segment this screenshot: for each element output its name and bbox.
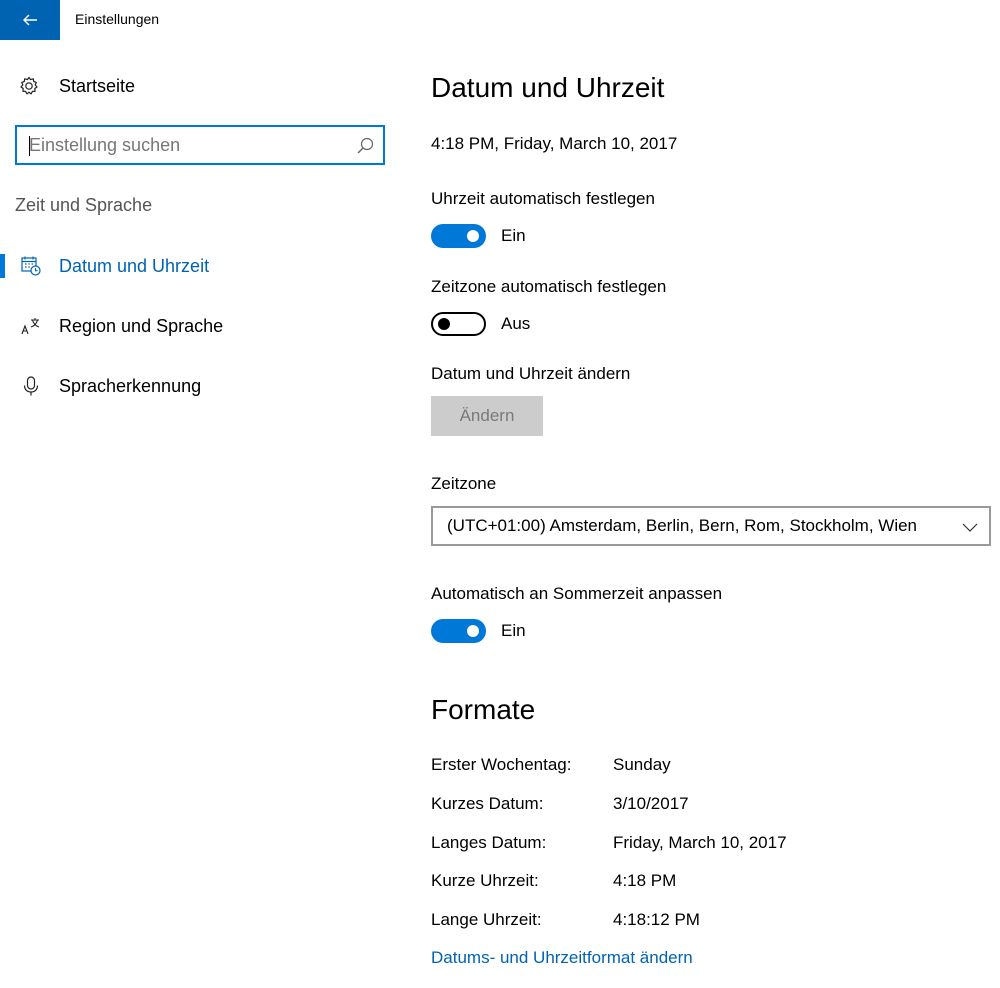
auto-time-toggle-row: Ein — [431, 223, 526, 249]
dst-state: Ein — [501, 621, 526, 640]
format-value: Sunday — [613, 755, 671, 774]
change-datetime-button[interactable]: Ändern — [431, 396, 543, 436]
toggle-knob — [467, 625, 479, 637]
format-value: Friday, March 10, 2017 — [613, 833, 787, 852]
nav-home[interactable]: Startseite — [18, 74, 135, 98]
auto-time-toggle[interactable] — [431, 224, 486, 248]
search-box[interactable] — [15, 125, 385, 165]
search-input[interactable] — [17, 127, 337, 163]
window-title: Einstellungen — [75, 11, 160, 27]
current-datetime: 4:18 PM, Friday, March 10, 2017 — [431, 134, 678, 153]
active-indicator — [0, 254, 5, 278]
auto-timezone-label: Zeitzone automatisch festlegen — [431, 277, 667, 296]
format-key: Kurzes Datum: — [431, 794, 544, 813]
page-title: Datum und Uhrzeit — [431, 72, 665, 103]
dst-toggle[interactable] — [431, 619, 486, 643]
format-row-long-time: Lange Uhrzeit: 4:18:12 PM — [431, 910, 931, 934]
auto-timezone-toggle-row: Aus — [431, 311, 530, 337]
format-row-first-weekday: Erster Wochentag: Sunday — [431, 755, 931, 779]
format-key: Lange Uhrzeit: — [431, 910, 542, 929]
sidebar-item-label: Datum und Uhrzeit — [59, 255, 210, 276]
microphone-icon — [23, 376, 39, 396]
format-row-long-date: Langes Datum: Friday, March 10, 2017 — [431, 833, 931, 857]
auto-time-label: Uhrzeit automatisch festlegen — [431, 189, 655, 208]
change-datetime-label: Datum und Uhrzeit ändern — [431, 364, 631, 383]
sidebar-group-label: Zeit und Sprache — [15, 195, 153, 215]
gear-icon — [20, 76, 38, 95]
change-format-link[interactable]: Datums- und Uhrzeitformat ändern — [431, 948, 693, 968]
text-caret — [29, 136, 30, 156]
back-button[interactable] — [0, 0, 60, 40]
sidebar-item-label: Region und Sprache — [59, 315, 224, 336]
auto-timezone-toggle[interactable] — [431, 312, 486, 336]
sidebar-item-spracherkennung[interactable]: Spracherkennung — [0, 366, 400, 406]
toggle-knob — [467, 230, 479, 242]
format-key: Langes Datum: — [431, 833, 547, 852]
back-arrow-icon — [23, 14, 37, 26]
timezone-value: (UTC+01:00) Amsterdam, Berlin, Bern, Rom… — [447, 516, 918, 535]
title-bar: Einstellungen — [0, 0, 1000, 40]
format-value: 3/10/2017 — [613, 794, 689, 813]
sidebar-item-region-und-sprache[interactable]: Region und Sprache — [0, 306, 400, 346]
timezone-label: Zeitzone — [431, 474, 497, 493]
nav-home-label: Startseite — [59, 75, 136, 96]
search-icon[interactable] — [355, 136, 375, 156]
dst-toggle-row: Ein — [431, 618, 526, 644]
sidebar-item-datum-und-uhrzeit[interactable]: Datum und Uhrzeit — [0, 246, 400, 286]
format-value: 4:18:12 PM — [613, 910, 700, 929]
dst-label: Automatisch an Sommerzeit anpassen — [431, 584, 723, 603]
formats-title: Formate — [431, 694, 536, 725]
auto-timezone-state: Aus — [501, 314, 531, 333]
timezone-select[interactable]: (UTC+01:00) Amsterdam, Berlin, Bern, Rom… — [431, 506, 991, 546]
format-row-short-time: Kurze Uhrzeit: 4:18 PM — [431, 871, 931, 895]
chevron-down-icon — [962, 523, 978, 532]
auto-time-state: Ein — [501, 226, 526, 245]
format-value: 4:18 PM — [613, 871, 677, 890]
format-key: Kurze Uhrzeit: — [431, 871, 539, 890]
sidebar-item-label: Spracherkennung — [59, 375, 202, 396]
toggle-knob — [438, 318, 450, 330]
format-row-short-date: Kurzes Datum: 3/10/2017 — [431, 794, 931, 818]
format-key: Erster Wochentag: — [431, 755, 572, 774]
language-icon — [21, 318, 40, 335]
calendar-clock-icon — [21, 256, 41, 276]
